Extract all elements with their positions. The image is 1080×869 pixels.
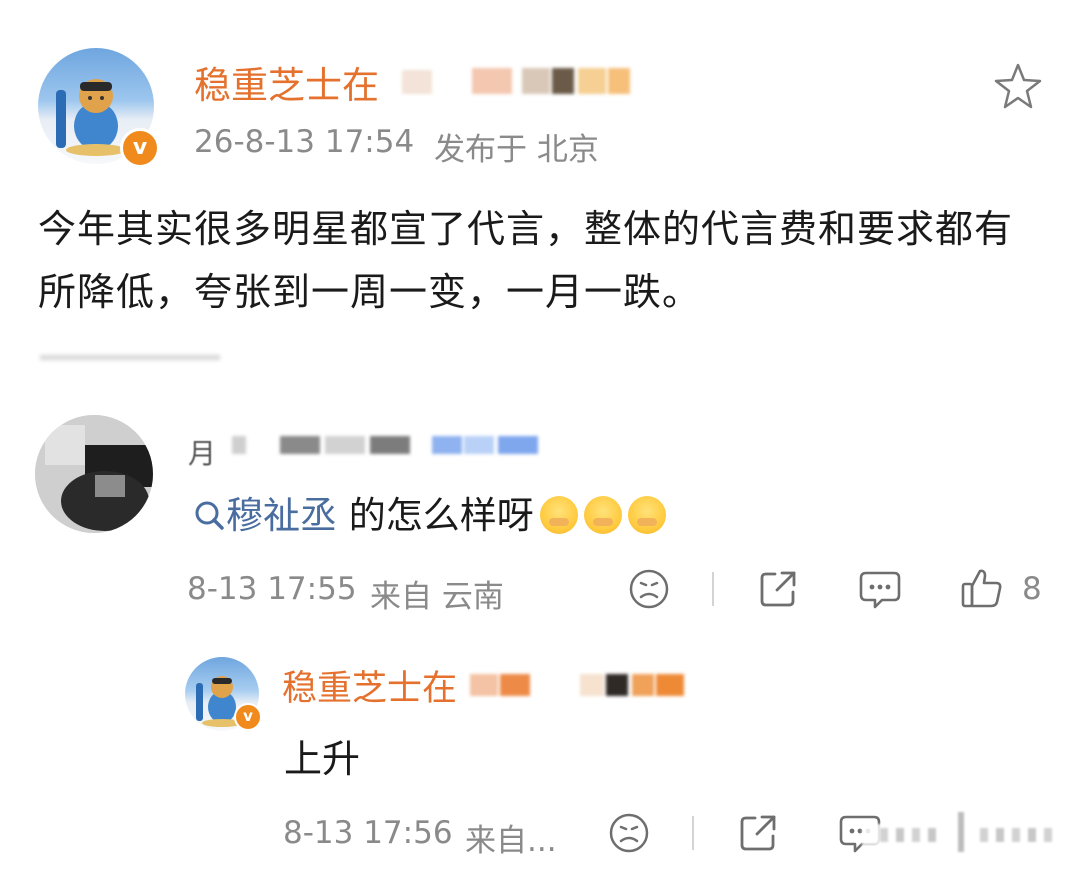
- reply-time: 8-13 17:56: [283, 815, 453, 851]
- watermark-overlay: [862, 808, 1072, 860]
- commenter-name-partial[interactable]: 月: [188, 432, 216, 472]
- person-photo-icon: [35, 415, 153, 533]
- post-body-text: 今年其实很多明星都宣了代言，整体的代言费和要求都有所降低，夸张到一周一变，一月一…: [38, 207, 1014, 314]
- action-divider: [692, 816, 694, 850]
- search-icon[interactable]: [192, 498, 226, 541]
- comment-body: 穆祉丞 的怎么样呀: [192, 485, 666, 541]
- comment-text: 的怎么样呀: [337, 494, 534, 537]
- verified-badge-icon: v: [120, 128, 160, 168]
- dislike-icon[interactable]: [608, 812, 650, 858]
- post-author-name[interactable]: 稳重芝士在: [194, 55, 379, 109]
- laugh-cry-emoji: [539, 496, 578, 534]
- mention-link[interactable]: 穆祉丞: [226, 494, 337, 537]
- dislike-icon[interactable]: [628, 568, 670, 614]
- commenter-avatar[interactable]: [35, 415, 153, 533]
- laugh-cry-emoji: [583, 496, 622, 534]
- verified-badge-icon: v: [234, 703, 262, 731]
- redacted-reply-name-blur: [460, 670, 695, 700]
- like-count: 8: [1022, 571, 1042, 607]
- laugh-cry-emoji: [627, 496, 666, 534]
- faded-text-remnant: [40, 348, 230, 360]
- comment-location: 来自 云南: [370, 579, 504, 615]
- share-icon[interactable]: [757, 568, 799, 614]
- star-icon[interactable]: [993, 62, 1043, 114]
- reply-location: 来自...: [465, 823, 557, 859]
- comment-time: 8-13 17:55: [187, 571, 357, 607]
- comment-icon[interactable]: [858, 568, 902, 614]
- action-divider: [712, 572, 714, 606]
- post-time: 26-8-13 17:54: [194, 124, 415, 160]
- reply-body: 上升: [284, 737, 361, 781]
- like-icon[interactable]: [960, 566, 1004, 614]
- share-icon[interactable]: [737, 812, 779, 858]
- reply-author-name[interactable]: 稳重芝士在: [282, 660, 457, 711]
- redacted-commenter-blur: [220, 432, 550, 458]
- redacted-name-blur: [402, 64, 632, 98]
- post-location: 发布于 北京: [434, 132, 599, 168]
